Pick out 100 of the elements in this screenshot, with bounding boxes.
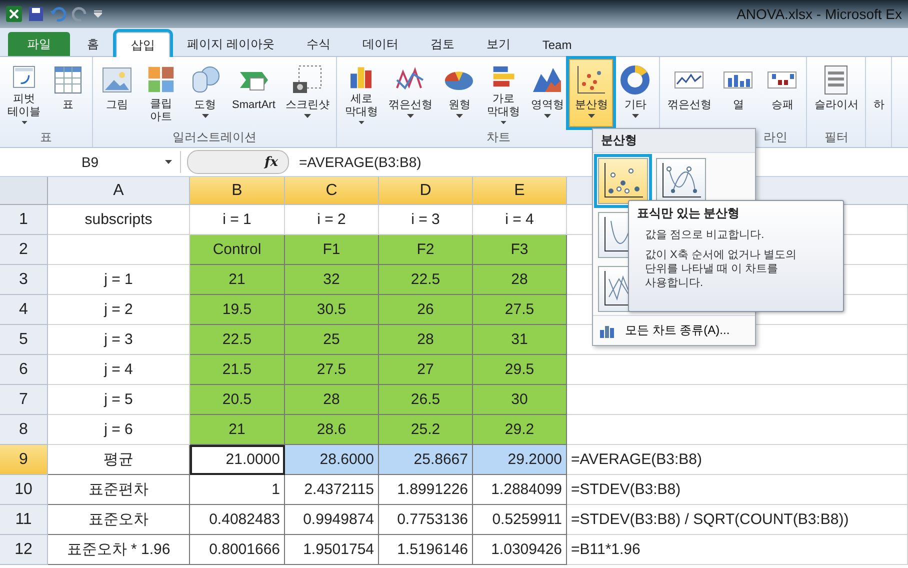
table-cell: 29.5 [473, 355, 567, 385]
ribbon-tab[interactable]: 보기 [471, 32, 526, 56]
table-cell: 표준오차 * 1.96 [48, 535, 190, 565]
table-cell: i = 1 [190, 205, 285, 235]
row-header[interactable]: 1 [0, 205, 48, 235]
ribbon-tab[interactable]: Team [527, 32, 587, 56]
group-label: 필터 [824, 129, 848, 146]
table-cell: 1.8991226 [379, 475, 473, 505]
table-cell: 26 [379, 295, 473, 325]
table-cell: 1.5196146 [379, 535, 473, 565]
table-cell: 27 [379, 355, 473, 385]
table-cell: 0.4082483 [190, 505, 285, 535]
ribbon-tab[interactable]: 검토 [415, 32, 470, 56]
redo-icon[interactable] [72, 6, 88, 22]
table-cell: 1.2884099 [473, 475, 567, 505]
row-header[interactable]: 2 [0, 235, 48, 265]
ribbon-button[interactable]: 슬라이서 [809, 59, 864, 127]
row-header[interactable]: 7 [0, 385, 48, 415]
ribbon-button[interactable]: 가로 막대형 [481, 59, 526, 127]
table-cell: 31 [473, 325, 567, 355]
ribbon-button[interactable]: 도형 [183, 59, 227, 127]
table-cell: 22.5 [190, 325, 285, 355]
ribbon-button[interactable]: 열 [716, 59, 760, 127]
table-cell: 25.2 [379, 415, 473, 445]
table-cell: 25.8667 [379, 445, 473, 475]
formula-text[interactable]: =AVERAGE(B3:B8) [289, 154, 422, 170]
column-header[interactable]: A [48, 177, 190, 205]
table-cell: 32 [285, 265, 379, 295]
table-cell: j = 2 [48, 295, 190, 325]
table-cell: 19.5 [190, 295, 285, 325]
save-icon[interactable] [28, 6, 44, 22]
all-chart-types-item[interactable]: 모든 차트 종류(A)... [593, 315, 755, 345]
excel-logo-icon[interactable] [6, 6, 22, 22]
ribbon-button[interactable]: 하 [868, 59, 890, 127]
ribbon-button[interactable]: 피벗 테이블 [2, 59, 46, 127]
table-cell: subscripts [48, 205, 190, 235]
tooltip-title: 표식만 있는 분산형 [637, 205, 741, 222]
ribbon-button[interactable]: 스크린샷 [280, 59, 334, 127]
table-cell: 29.2 [473, 415, 567, 445]
table-cell: j = 1 [48, 265, 190, 295]
table-cell: 20.5 [190, 385, 285, 415]
column-header[interactable]: B [190, 177, 285, 205]
row-header[interactable]: 3 [0, 265, 48, 295]
ribbon-button[interactable]: 꺾은선형 [383, 59, 438, 127]
file-tab[interactable]: 파일 [8, 32, 70, 56]
row-header[interactable]: 12 [0, 535, 48, 565]
row-header[interactable]: 5 [0, 325, 48, 355]
ribbon-tab[interactable]: 데이터 [347, 32, 414, 56]
table-cell: 1.0309426 [473, 535, 567, 565]
table-cell: 28 [285, 385, 379, 415]
table-cell: 21 [190, 265, 285, 295]
row-header[interactable]: 4 [0, 295, 48, 325]
ribbon-button[interactable]: 꺾은선형 [662, 59, 716, 127]
name-box[interactable]: B9 [0, 151, 181, 173]
row-header[interactable]: 10 [0, 475, 48, 505]
table-cell: 표준편차 [48, 475, 190, 505]
window-title: ANOVA.xlsx - Microsoft Ex [736, 6, 902, 22]
ribbon-button[interactable]: 승패 [760, 59, 804, 127]
table-cell: j = 3 [48, 325, 190, 355]
ribbon-tab[interactable]: 페이지 레이아웃 [172, 32, 290, 56]
table-cell: 평균 [48, 445, 190, 475]
column-header[interactable]: D [379, 177, 473, 205]
ribbon-button[interactable]: SmartArt [227, 59, 280, 127]
table-cell: 27.5 [473, 295, 567, 325]
row-header[interactable]: 6 [0, 355, 48, 385]
ribbon-button[interactable]: 기타 [613, 59, 658, 127]
table-cell: F3 [473, 235, 567, 265]
column-header[interactable]: E [473, 177, 567, 205]
tooltip-text: 값이 X축 순서에 없거나 별도의 단위를 나타낼 때 이 차트를 사용합니다. [644, 248, 798, 290]
row-header[interactable]: 9 [0, 445, 48, 475]
customize-toolbar-icon[interactable] [94, 10, 102, 18]
undo-icon[interactable] [50, 6, 66, 22]
ribbon-button[interactable]: 분산형 [569, 59, 614, 127]
formula-note: =STDEV(B3:B8) [567, 475, 908, 505]
table-cell: 1 [190, 475, 285, 505]
ribbon-button[interactable]: 클립 아트 [139, 59, 183, 127]
formula-bar-splitter[interactable]: fx [187, 150, 289, 174]
table-cell: 21.5 [190, 355, 285, 385]
table-cell: F2 [379, 235, 473, 265]
table-cell: i = 2 [285, 205, 379, 235]
column-header[interactable]: C [285, 177, 379, 205]
table-cell: j = 4 [48, 355, 190, 385]
ribbon-tab[interactable]: 수식 [291, 32, 346, 56]
caret-icon [165, 160, 172, 164]
table-cell: 21 [190, 415, 285, 445]
ribbon-button[interactable]: 세로 막대형 [339, 59, 384, 127]
row-header[interactable]: 8 [0, 415, 48, 445]
ribbon-tab[interactable]: 홈 [72, 32, 114, 56]
table-cell: 22.5 [379, 265, 473, 295]
table-cell: 25 [285, 325, 379, 355]
ribbon-tab[interactable]: 삽입 [116, 32, 170, 57]
table-cell: 26.5 [379, 385, 473, 415]
formula-note: =STDEV(B3:B8) / SQRT(COUNT(B3:B8)) [567, 505, 908, 535]
ribbon-button[interactable]: 그림 [95, 59, 139, 127]
scatter-chart-icon [575, 64, 608, 96]
ribbon-button[interactable]: 표 [46, 59, 90, 127]
row-header[interactable]: 11 [0, 505, 48, 535]
ribbon-button[interactable]: 원형 [437, 59, 482, 127]
function-label[interactable]: fx [264, 154, 278, 170]
table-cell: j = 5 [48, 385, 190, 415]
